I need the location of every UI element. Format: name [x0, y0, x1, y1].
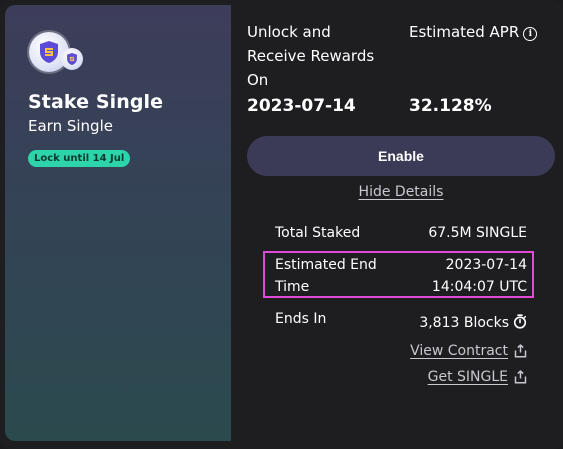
end-time-label: Estimated End Time	[275, 257, 377, 295]
share-icon	[514, 344, 527, 358]
token-logos	[29, 32, 89, 76]
hide-details-link[interactable]: Hide Details	[247, 184, 555, 200]
share-icon	[514, 370, 527, 384]
unlock-date: 2023-07-14	[247, 96, 356, 116]
pool-title: Stake Single	[28, 91, 164, 113]
ends-in-label: Ends In	[275, 311, 327, 327]
apr-label: Estimated APR i	[409, 20, 538, 44]
unlock-label: Unlock and Receive Rewards On	[247, 23, 375, 89]
get-token-link[interactable]: Get SINGLE	[428, 369, 527, 385]
pool-summary-panel: Stake Single Earn Single Lock until 14 J…	[5, 5, 231, 441]
timer-icon	[513, 314, 527, 329]
total-staked-label: Total Staked	[275, 225, 361, 241]
total-staked-value: 67.5M SINGLE	[428, 225, 527, 241]
apr-value: 32.128%	[409, 96, 492, 116]
pool-card: Stake Single Earn Single Lock until 14 J…	[0, 0, 563, 449]
end-time-value: 2023-07-14 14:04:07 UTC	[431, 257, 527, 295]
lock-badge: Lock until 14 Jul	[28, 150, 131, 167]
enable-button[interactable]: Enable	[247, 136, 555, 176]
info-icon[interactable]: i	[523, 27, 538, 41]
single-token-small-icon	[61, 48, 83, 70]
ends-in-value: 3,813 Blocks	[419, 312, 527, 334]
view-contract-link[interactable]: View Contract	[410, 343, 527, 359]
pool-subtitle: Earn Single	[28, 117, 113, 135]
